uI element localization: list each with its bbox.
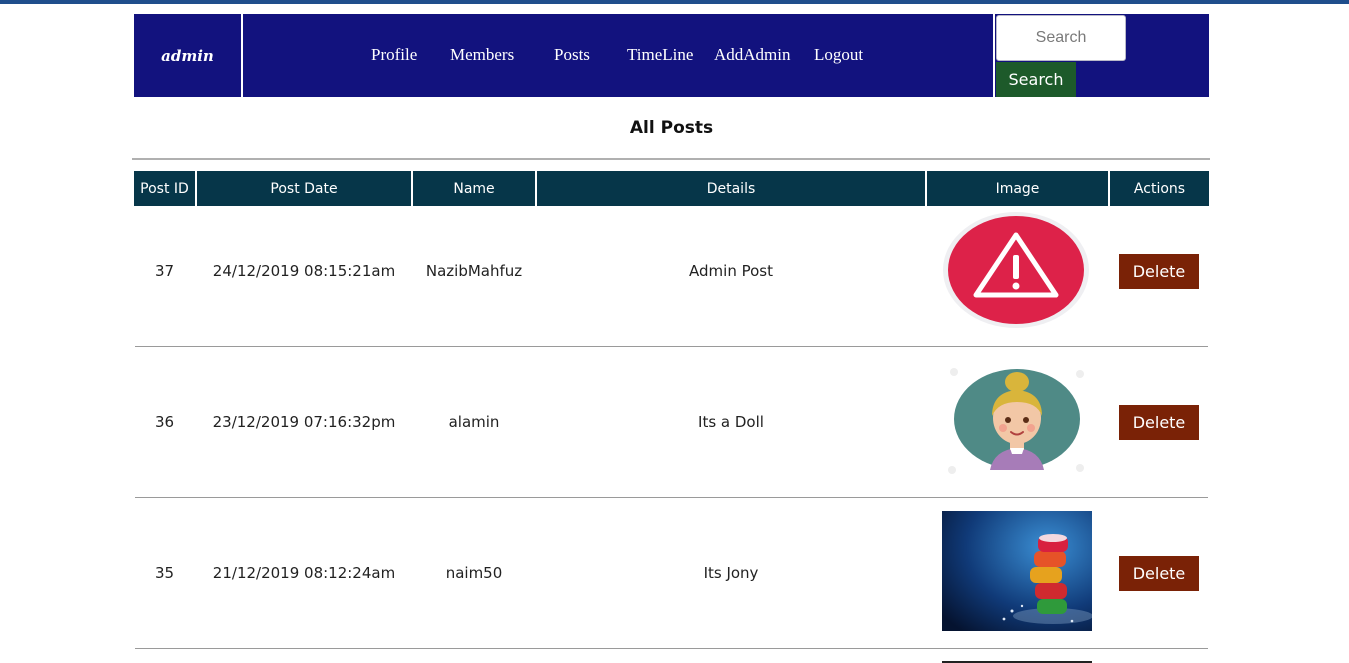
nav-link-addadmin[interactable]: AddAdmin — [714, 45, 791, 65]
column-header-post-date: Post Date — [197, 171, 411, 206]
cell-name: alamin — [448, 413, 500, 431]
top-accent-strip — [0, 0, 1349, 4]
delete-button[interactable]: Delete — [1119, 405, 1199, 440]
cell-details: Its Jony — [703, 564, 759, 582]
cell-details: Its a Doll — [698, 413, 764, 431]
column-header-details: Details — [537, 171, 925, 206]
cell-post-date: 24/12/2019 08:15:21am — [212, 262, 396, 280]
brand-label: admin — [161, 46, 214, 65]
column-header-post-id: Post ID — [134, 171, 195, 206]
cell-details: Admin Post — [689, 262, 773, 280]
nav-link-profile[interactable]: Profile — [371, 45, 417, 65]
delete-button[interactable]: Delete — [1119, 556, 1199, 591]
page-title: All Posts — [629, 118, 714, 138]
cell-post-date: 21/12/2019 08:12:24am — [212, 564, 396, 582]
row-divider — [135, 497, 1208, 498]
cell-post-id: 35 — [154, 564, 175, 582]
cell-post-date: 23/12/2019 07:16:32pm — [212, 413, 396, 431]
navbar-divider — [993, 14, 995, 97]
row-divider — [135, 346, 1208, 347]
search-button[interactable]: Search — [996, 62, 1076, 97]
cell-post-id: 36 — [154, 413, 175, 431]
nav-link-logout[interactable]: Logout — [814, 45, 863, 65]
warning-icon-image — [943, 212, 1089, 328]
nav-link-posts[interactable]: Posts — [554, 45, 590, 65]
candy-stack-photo — [942, 511, 1092, 631]
column-header-image: Image — [927, 171, 1108, 206]
navbar-divider — [241, 14, 243, 97]
nav-link-timeline[interactable]: TimeLine — [627, 45, 693, 65]
doll-avatar-image — [942, 362, 1092, 482]
cell-post-id: 37 — [154, 262, 175, 280]
divider — [132, 158, 1210, 160]
navbar: admin Profile Members Posts TimeLine Add… — [134, 14, 1209, 97]
cell-name: NazibMahfuz — [425, 262, 523, 280]
delete-button[interactable]: Delete — [1119, 254, 1199, 289]
column-header-name: Name — [413, 171, 535, 206]
column-header-actions: Actions — [1110, 171, 1209, 206]
cell-name: naim50 — [445, 564, 503, 582]
search-input[interactable] — [996, 15, 1126, 61]
nav-link-members[interactable]: Members — [450, 45, 514, 65]
row-divider — [135, 648, 1208, 649]
